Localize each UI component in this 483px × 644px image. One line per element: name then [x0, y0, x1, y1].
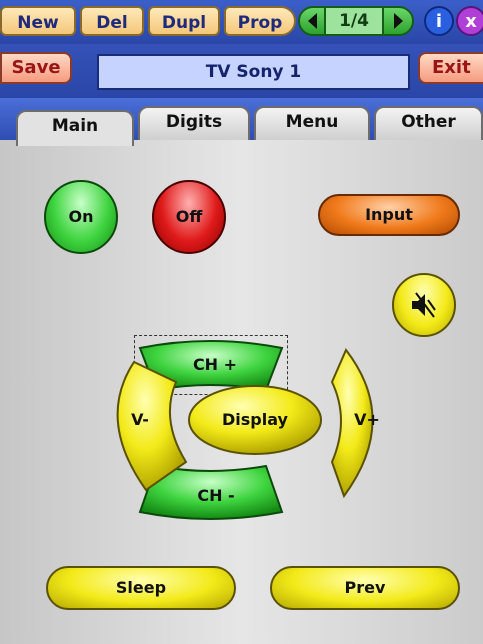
volume-down-label: V-	[131, 410, 149, 429]
sleep-button[interactable]: Sleep	[46, 566, 236, 610]
d-pad	[116, 340, 374, 520]
display-label: Display	[222, 410, 288, 429]
channel-up-label: CH +	[192, 355, 238, 374]
channel-down-label: CH -	[197, 486, 235, 505]
volume-up-label: V+	[354, 410, 380, 429]
prev-button[interactable]: Prev	[270, 566, 460, 610]
